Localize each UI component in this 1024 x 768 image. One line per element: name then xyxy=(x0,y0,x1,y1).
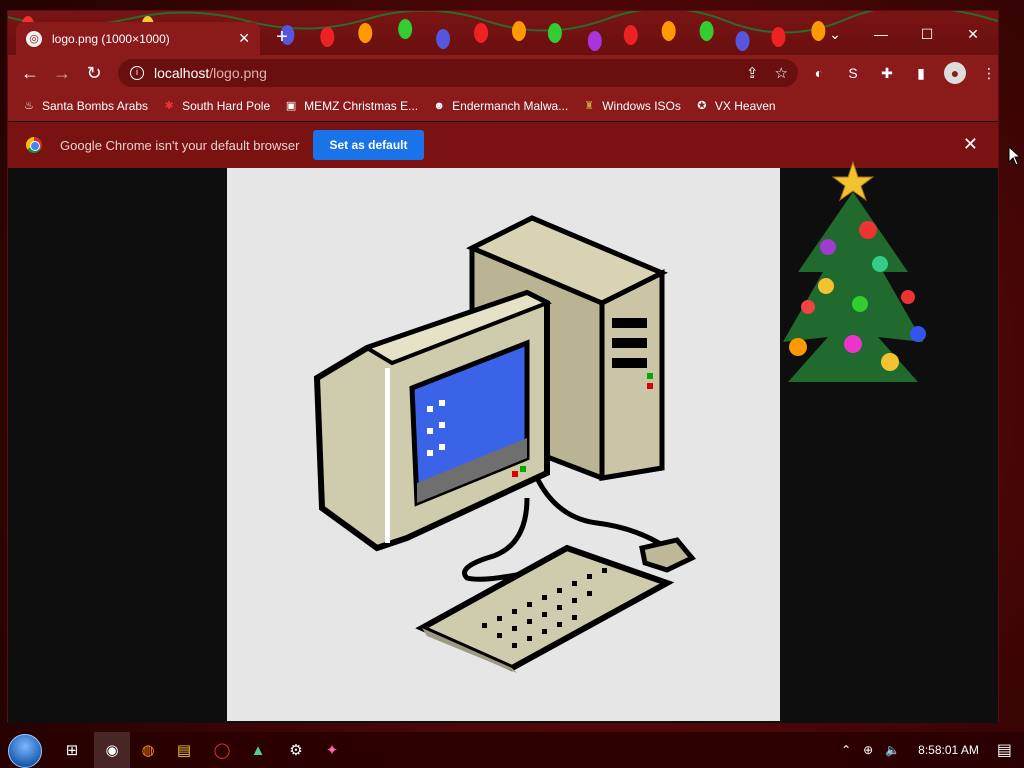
firefox-icon[interactable]: ◍ xyxy=(136,738,160,762)
pixel-computer-illustration xyxy=(313,215,696,673)
bookmark-label: Endermanch Malwa... xyxy=(452,99,569,113)
taskbar: ⊞ ◉ ◍ ▤ ◯ ▲ ⚙ ✦ ⌃ ⊕ 🔈 8:58:01 AM ▤ xyxy=(0,732,1024,768)
tab-search-button[interactable]: ⌄ xyxy=(812,19,858,49)
task-view-icon[interactable]: ⊞ xyxy=(60,738,84,762)
chrome-logo-icon xyxy=(26,137,42,153)
new-tab-button[interactable]: + xyxy=(270,25,294,49)
settings-gear-icon[interactable]: ⚙ xyxy=(284,738,308,762)
extension-s-icon[interactable]: S xyxy=(842,62,864,84)
bookmark-label: MEMZ Christmas E... xyxy=(304,99,419,113)
side-panel-icon[interactable]: ▮ xyxy=(910,62,932,84)
bookmark-endermanch-malware[interactable]: ☻ Endermanch Malwa... xyxy=(432,99,568,113)
bookmark-label: Windows ISOs xyxy=(602,99,681,113)
emblem-icon: ✪ xyxy=(697,100,707,112)
castle-icon: ♜ xyxy=(584,100,595,112)
back-button[interactable]: ← xyxy=(14,63,46,84)
bookmark-label: Santa Bombs Arabs xyxy=(42,99,149,113)
bookmark-label: VX Heaven xyxy=(714,99,776,113)
start-button[interactable] xyxy=(8,734,42,768)
bookmark-label: South Hard Pole xyxy=(182,99,271,113)
bookmarks-bar: ♨ Santa Bombs Arabs ✱ South Hard Pole ▣ … xyxy=(8,91,998,121)
network-icon[interactable]: ⊕ xyxy=(863,743,873,757)
forward-button[interactable]: → xyxy=(46,63,78,84)
url-path: /logo.png xyxy=(209,65,267,81)
tray-chevron-icon[interactable]: ⌃ xyxy=(841,743,851,757)
chrome-taskbar-icon[interactable]: ◉ xyxy=(94,732,130,768)
file-explorer-icon[interactable]: ▤ xyxy=(172,738,196,762)
tab-title: logo.png (1000×1000) xyxy=(52,31,170,46)
star-burst-icon: ✱ xyxy=(164,100,174,112)
christmas-tree-decoration xyxy=(783,160,926,382)
system-tray: ⌃ ⊕ 🔈 8:58:01 AM ▤ xyxy=(841,732,1024,768)
bookmark-star-icon[interactable]: ☆ xyxy=(775,64,788,82)
menu-kebab-icon[interactable]: ⋮ xyxy=(978,62,1000,84)
extension-flag-icon[interactable]: ◐ xyxy=(808,62,830,84)
notifications-icon[interactable]: ▤ xyxy=(997,740,1012,760)
globe-icon: ◎ xyxy=(26,30,42,47)
infobar-message: Google Chrome isn't your default browser xyxy=(60,137,300,153)
set-as-default-button[interactable]: Set as default xyxy=(313,130,424,160)
bookmark-memz-christmas[interactable]: ▣ MEMZ Christmas E... xyxy=(284,99,418,113)
skull-icon: ☻ xyxy=(433,100,445,112)
toolbar: ← → ↻ i localhost/logo.png ⇪ ☆ ◐ S ✚ ▮ ●… xyxy=(8,55,998,91)
minimize-button[interactable]: — xyxy=(858,19,904,49)
profile-avatar-icon[interactable]: ● xyxy=(944,62,966,84)
clock[interactable]: 8:58:01 AM xyxy=(918,743,979,757)
santa-icon: ♨ xyxy=(24,100,34,112)
mouse-cursor-icon xyxy=(1008,146,1022,166)
title-bar: ◎ logo.png (1000×1000) ✕ + ⌄ — ☐ ✕ xyxy=(8,11,998,55)
reload-button[interactable]: ↻ xyxy=(78,63,110,84)
volume-icon[interactable]: 🔈 xyxy=(885,743,900,757)
info-icon[interactable]: i xyxy=(130,66,144,80)
image-icon: ▣ xyxy=(285,100,297,112)
bookmark-windows-isos[interactable]: ♜ Windows ISOs xyxy=(582,99,681,113)
opera-icon[interactable]: ◯ xyxy=(210,738,234,762)
app2-icon[interactable]: ✦ xyxy=(320,738,344,762)
bookmark-santa-bombs-arabs[interactable]: ♨ Santa Bombs Arabs xyxy=(22,99,148,113)
bookmark-south-hard-pole[interactable]: ✱ South Hard Pole xyxy=(162,99,270,113)
app-icon[interactable]: ▲ xyxy=(246,738,270,762)
maximize-button[interactable]: ☐ xyxy=(904,19,950,49)
url-host: localhost xyxy=(154,65,210,81)
logo-image xyxy=(227,168,780,721)
address-bar[interactable]: i localhost/logo.png ⇪ ☆ xyxy=(118,59,798,87)
close-window-button[interactable]: ✕ xyxy=(950,19,996,49)
tab-close-icon[interactable]: ✕ xyxy=(238,30,250,47)
share-icon[interactable]: ⇪ xyxy=(746,64,759,82)
extensions-puzzle-icon[interactable]: ✚ xyxy=(876,62,898,84)
bookmark-vx-heaven[interactable]: ✪ VX Heaven xyxy=(695,99,776,113)
tab-logo-png[interactable]: ◎ logo.png (1000×1000) ✕ xyxy=(16,22,260,55)
infobar-close-icon[interactable]: ✕ xyxy=(963,134,978,155)
